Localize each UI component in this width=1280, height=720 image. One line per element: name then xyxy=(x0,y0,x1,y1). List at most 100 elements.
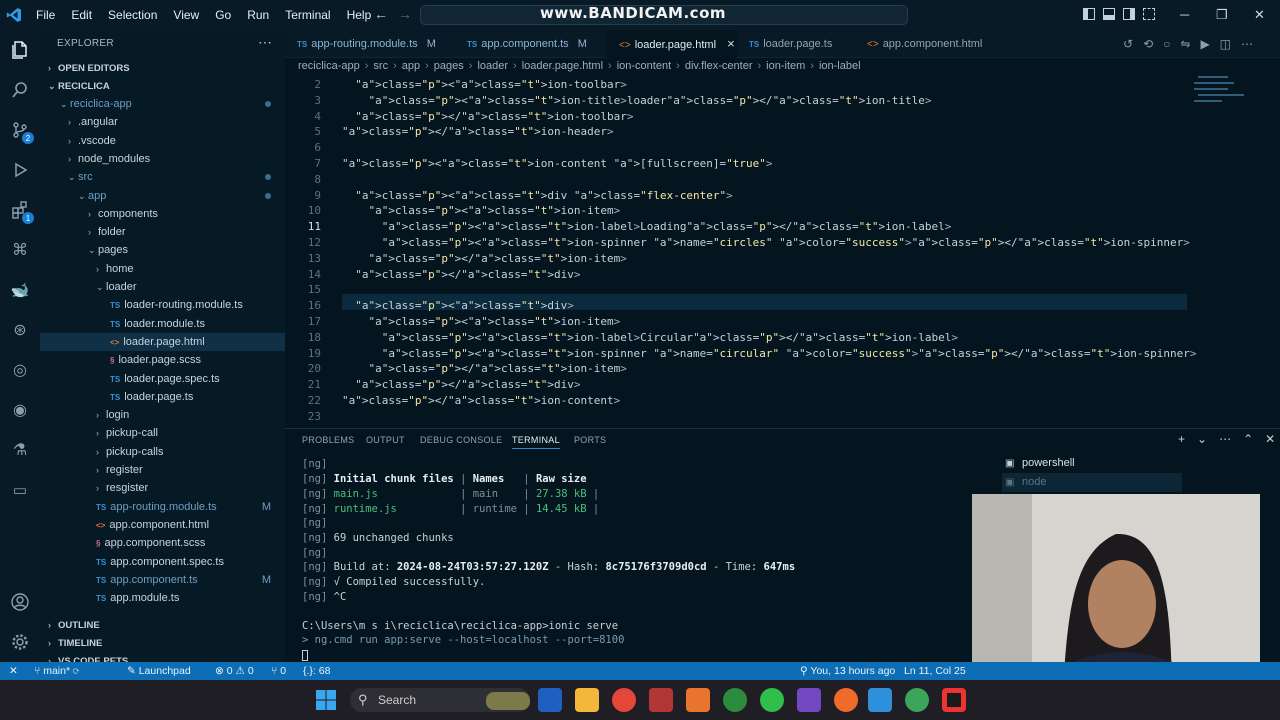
breadcrumb-item[interactable]: loader xyxy=(477,60,508,72)
folder-item[interactable]: › home xyxy=(40,260,285,278)
breadcrumb-item[interactable]: ion-item xyxy=(766,60,805,72)
folder-item[interactable]: › folder xyxy=(40,223,285,241)
file-item[interactable]: TS loader.page.ts xyxy=(40,388,285,406)
python-icon[interactable]: ⌘ xyxy=(8,238,32,262)
folder-item[interactable]: › resgister xyxy=(40,479,285,497)
forward-arrow-icon[interactable]: → xyxy=(398,6,412,22)
maximize-icon[interactable]: ❐ xyxy=(1216,7,1228,23)
problems-indicator[interactable]: ⊗ 0 ⚠ 0 xyxy=(215,665,254,677)
weather-widget-icon[interactable] xyxy=(486,692,530,710)
workspace-root[interactable]: ⌄ RECICLICA xyxy=(40,77,285,95)
circle-icon[interactable]: ○ xyxy=(1163,37,1170,51)
folder-item[interactable]: › .vscode xyxy=(40,132,285,150)
timeline-icon[interactable]: ◉ xyxy=(8,398,32,422)
tab-output[interactable]: OUTPUT xyxy=(366,435,405,445)
breadcrumb-item[interactable]: ion-content xyxy=(617,60,671,72)
terminal-powershell[interactable]: ▣ powershell xyxy=(1002,454,1182,473)
extensions-icon[interactable]: 1 xyxy=(8,198,34,224)
tab-loader-page-ts[interactable]: TS loader.page.ts xyxy=(737,30,855,58)
close-panel-icon[interactable]: ✕ xyxy=(1265,432,1275,446)
menu-selection[interactable]: Selection xyxy=(100,8,165,22)
office-icon[interactable] xyxy=(686,688,710,712)
close-window-icon[interactable]: ✕ xyxy=(1254,7,1265,23)
chevron-down-icon[interactable]: ⌄ xyxy=(1197,432,1207,446)
comments-icon[interactable]: ▭ xyxy=(8,478,32,502)
tab-terminal[interactable]: TERMINAL xyxy=(512,435,560,449)
terminal-output[interactable]: [ng] [ng] Initial chunk files | Names | … xyxy=(302,458,992,661)
back-arrow-icon[interactable]: ← xyxy=(374,6,388,22)
folder-item[interactable]: ⌄ reciclica-app xyxy=(40,95,285,113)
docker-icon[interactable]: 🐋 xyxy=(8,278,32,302)
selection-indicator[interactable]: {.}: 68 xyxy=(303,665,330,677)
tab-ports[interactable]: PORTS xyxy=(574,435,606,445)
new-terminal-icon[interactable]: + xyxy=(1178,432,1185,446)
minimize-icon[interactable]: ─ xyxy=(1180,7,1189,22)
close-tab-icon[interactable]: × xyxy=(727,36,735,51)
file-item[interactable]: TS loader.page.spec.ts xyxy=(40,370,285,388)
ports-indicator[interactable]: ⑂ 0 xyxy=(271,665,286,677)
compare-icon[interactable]: ⇋ xyxy=(1180,37,1190,51)
file-item[interactable]: TS loader.module.ts xyxy=(40,315,285,333)
menu-view[interactable]: View xyxy=(165,8,207,22)
tab-problems[interactable]: PROBLEMS xyxy=(302,435,354,445)
customize-layout-icon[interactable] xyxy=(1143,8,1155,20)
chrome-icon[interactable] xyxy=(612,688,636,712)
file-item[interactable]: <> loader.page.html xyxy=(40,332,285,351)
folder-item[interactable]: ⌄ pages xyxy=(40,241,285,259)
folder-item[interactable]: ⌄ src xyxy=(40,168,285,186)
breadcrumb-item[interactable]: reciclica-app xyxy=(298,60,360,72)
git-blame[interactable]: ⚲ You, 13 hours ago xyxy=(800,665,895,677)
file-item[interactable]: TS app-routing.module.ts M xyxy=(40,498,285,516)
file-item[interactable]: TS loader-routing.module.ts xyxy=(40,296,285,314)
folder-item[interactable]: ⌄ app xyxy=(40,187,285,205)
vscode-taskbar-icon[interactable] xyxy=(868,688,892,712)
folder-item[interactable]: › components xyxy=(40,205,285,223)
file-item[interactable]: TS app.component.spec.ts xyxy=(40,553,285,571)
breadcrumb-item[interactable]: ion-label xyxy=(819,60,861,72)
firefox-icon[interactable] xyxy=(834,688,858,712)
open-editors-section[interactable]: › OPEN EDITORS xyxy=(40,59,285,77)
breadcrumb-item[interactable]: loader.page.html xyxy=(522,60,603,72)
menu-file[interactable]: File xyxy=(28,8,63,22)
tab-loader-page-html[interactable]: <> loader.page.html × xyxy=(607,30,737,58)
tab-app-component-html[interactable]: <> app.component.html xyxy=(855,30,995,58)
branch-indicator[interactable]: ⑂ main* ⟳ xyxy=(34,665,79,677)
panel-more-icon[interactable]: ⋯ xyxy=(1219,432,1231,446)
toggle-sidebar-icon[interactable] xyxy=(1083,8,1095,20)
folder-item[interactable]: › login xyxy=(40,406,285,424)
toggle-panel-icon[interactable] xyxy=(1103,8,1115,20)
minimap[interactable] xyxy=(1190,76,1270,136)
file-item[interactable]: § app.component.scss xyxy=(40,534,285,552)
word-icon[interactable] xyxy=(538,688,562,712)
breadcrumb-item[interactable]: src xyxy=(373,60,388,72)
breadcrumb-item[interactable]: div.flex-center xyxy=(685,60,753,72)
remote-explorer-icon[interactable]: ◎ xyxy=(8,358,32,382)
file-item[interactable]: <> app.component.html xyxy=(40,516,285,534)
run-debug-icon[interactable] xyxy=(8,158,32,182)
account-icon[interactable] xyxy=(8,590,32,614)
launchpad-button[interactable]: ✎ Launchpad xyxy=(127,665,191,677)
go-back-icon[interactable]: ⟲ xyxy=(1143,37,1153,51)
menu-run[interactable]: Run xyxy=(239,8,277,22)
app-grid-icon[interactable] xyxy=(649,688,673,712)
git-graph-icon[interactable]: ⊛ xyxy=(8,318,32,342)
record-icon[interactable] xyxy=(942,688,966,712)
folder-item[interactable]: ⌄ loader xyxy=(40,278,285,296)
menu-terminal[interactable]: Terminal xyxy=(277,8,338,22)
windows-start-icon[interactable] xyxy=(314,688,338,712)
tab-debug-console[interactable]: DEBUG CONSOLE xyxy=(420,435,502,445)
tab-app-component-ts[interactable]: TS app.component.ts M xyxy=(455,30,607,58)
cursor-position[interactable]: Ln 11, Col 25 xyxy=(904,665,966,677)
tab-app-routing-module[interactable]: TS app-routing.module.ts M xyxy=(285,30,455,58)
messenger-icon[interactable] xyxy=(797,688,821,712)
folder-item[interactable]: › pickup-call xyxy=(40,424,285,442)
folder-item[interactable]: › register xyxy=(40,461,285,479)
terminal-node[interactable]: ▣ node xyxy=(1002,473,1182,492)
code-editor[interactable]: 2 3 4 5 6 7 8 9 10 11 12 13 14 15 16 17 18 19 20 21 22 23 "a"… xyxy=(285,76,1280,426)
whatsapp-icon[interactable] xyxy=(760,688,784,712)
breadcrumb-item[interactable]: pages xyxy=(434,60,464,72)
source-control-icon[interactable]: 2 xyxy=(8,118,34,144)
breadcrumb-item[interactable]: app xyxy=(402,60,420,72)
outline-section[interactable]: › OUTLINE xyxy=(40,616,285,634)
xbox-icon[interactable] xyxy=(723,688,747,712)
